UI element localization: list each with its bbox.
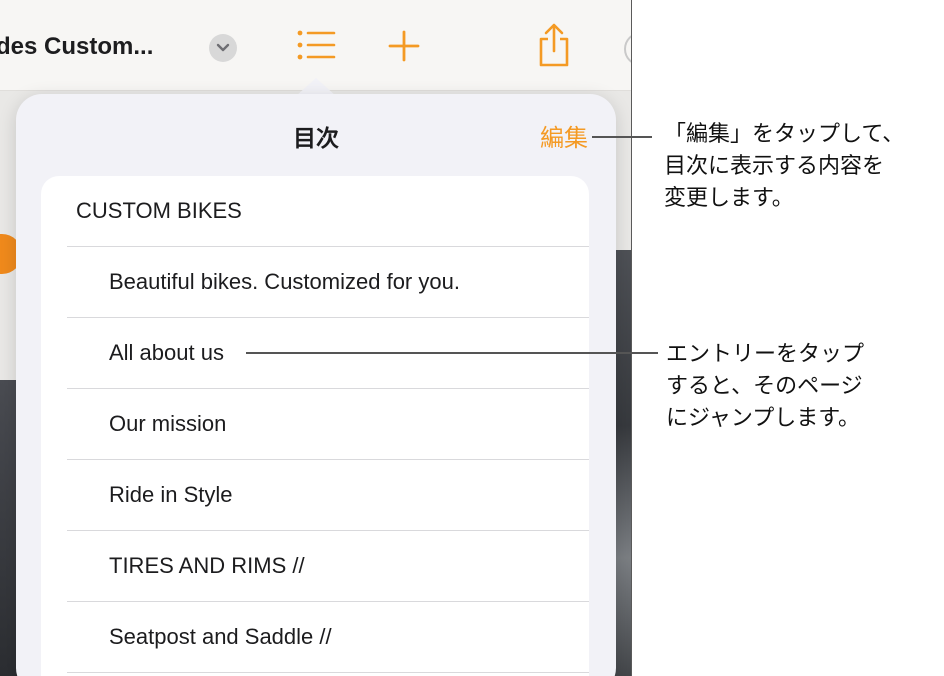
entry-callout-line-2: すると、そのページ xyxy=(666,374,863,399)
toc-entry-label: Seatpost and Saddle // xyxy=(109,624,332,649)
toc-entry[interactable]: Ride in Style xyxy=(67,460,589,531)
entry-callout-line-1: エントリーをタップ xyxy=(666,342,865,367)
toc-entry-label: TIRES AND RIMS // xyxy=(109,553,305,578)
toc-popover: 目次 編集 CUSTOM BIKES Beautiful bikes. Cust… xyxy=(16,94,616,676)
plus-icon[interactable] xyxy=(388,28,420,66)
toc-entry[interactable]: Beautiful bikes. Customized for you. xyxy=(67,247,589,318)
popover-title: 目次 xyxy=(293,126,339,152)
chevron-down-icon[interactable] xyxy=(209,34,237,62)
edit-callout-line-3: 変更します。 xyxy=(664,186,794,211)
toc-entry[interactable]: Our mission xyxy=(67,389,589,460)
edit-callout: 「編集」をタップして、 目次に表示する内容を 変更します。 xyxy=(664,119,904,215)
entry-callout-line xyxy=(246,352,658,354)
toc-entry-label: CUSTOM BIKES xyxy=(76,198,242,223)
app-screenshot: des Custom... 目次 編集 CUSTOM BIKES Beautif… xyxy=(0,0,632,676)
toc-entry-label: Beautiful bikes. Customized for you. xyxy=(109,269,460,294)
toc-entry-label: All about us xyxy=(109,340,224,365)
toc-entry[interactable]: CUSTOM BIKES xyxy=(67,176,589,247)
share-icon[interactable] xyxy=(536,22,572,72)
entry-callout-line-3: にジャンプします。 xyxy=(666,406,861,431)
entry-callout: エントリーをタップ すると、そのページ にジャンプします。 xyxy=(666,339,864,435)
toc-entry[interactable]: TIRES AND RIMS // xyxy=(67,531,589,602)
document-title[interactable]: des Custom... xyxy=(0,33,153,61)
edit-callout-line xyxy=(592,136,652,138)
list-icon[interactable] xyxy=(296,28,336,66)
toc-entry[interactable]: Seatpost and Saddle // xyxy=(67,602,589,673)
edit-callout-line-2: 目次に表示する内容を xyxy=(664,154,885,179)
toc-entry-label: Our mission xyxy=(109,411,227,436)
toc-list: CUSTOM BIKES Beautiful bikes. Customized… xyxy=(41,176,589,676)
more-icon[interactable] xyxy=(624,32,631,66)
toc-entry-label: Ride in Style xyxy=(109,482,233,507)
edit-button[interactable]: 編集 xyxy=(540,118,588,153)
edit-callout-line-1: 「編集」をタップして、 xyxy=(664,122,905,147)
